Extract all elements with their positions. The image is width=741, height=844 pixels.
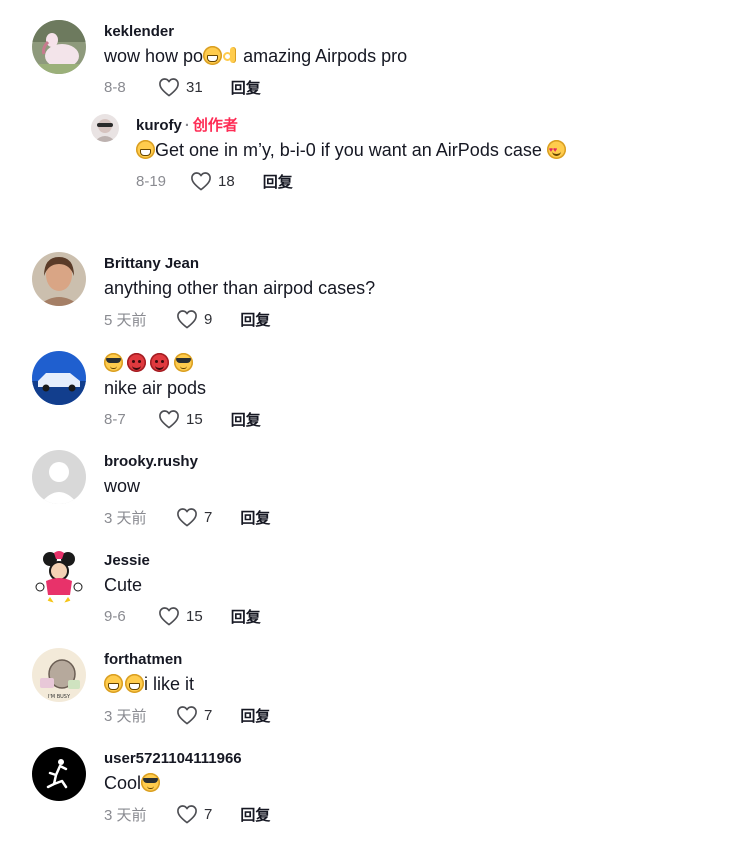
avatar[interactable] [32, 252, 86, 306]
comment-meta: 3 天前 7 回复 [104, 803, 270, 825]
comment-text-part: wow how po [104, 46, 204, 66]
sunglasses-emoji-icon [173, 353, 193, 372]
comment-text: wow how po amazing Airpods pro [104, 45, 407, 67]
reply-header: kurofy · 创作者 [136, 117, 566, 135]
like-count: 7 [204, 805, 213, 823]
reply-username[interactable]: kurofy [136, 117, 182, 134]
grinning-emoji-icon [104, 674, 123, 693]
heart-icon [158, 606, 180, 626]
grinning-emoji-icon [203, 46, 223, 65]
comment-text-part: amazing Airpods pro [243, 46, 408, 66]
sunglasses-emoji-icon [141, 773, 161, 792]
avatar[interactable]: I'M BUSY [32, 648, 86, 702]
comment-text-part: Cool [104, 773, 142, 793]
creator-badge: 创作者 [192, 117, 238, 134]
comment-item: Jessie Cute 9-6 15 回复 [0, 549, 741, 629]
avatar[interactable] [32, 549, 86, 603]
like-count: 7 [204, 508, 213, 526]
reply-button[interactable]: 回复 [231, 606, 261, 627]
ok-hand-emoji-icon [222, 46, 238, 65]
heart-icon [176, 705, 198, 725]
comment-username[interactable]: keklender [104, 23, 407, 41]
devil-emoji-icon [150, 353, 170, 372]
heart-icon [176, 507, 198, 527]
like-count: 9 [204, 310, 213, 328]
avatar[interactable] [32, 351, 86, 405]
comment-date: 3 天前 [104, 509, 147, 527]
comment-item: I'M BUSY forthatmen i like it 3 天前 7 回复 [0, 648, 741, 728]
heart-icon [190, 171, 212, 191]
separator: · [184, 117, 190, 134]
comment-username[interactable]: Jessie [104, 552, 261, 570]
reply-meta: 8-19 18 回复 [136, 170, 566, 192]
like-count: 15 [186, 410, 203, 428]
sunglasses-emoji-icon [104, 353, 123, 372]
avatar[interactable] [32, 747, 86, 801]
reply-button[interactable]: 回复 [240, 804, 270, 825]
comment-username[interactable]: user5721104111966 [104, 750, 270, 768]
like-button[interactable]: 18 [190, 171, 235, 191]
avatar-caption: I'M BUSY [48, 694, 71, 700]
like-count: 18 [218, 172, 235, 190]
comment-text: anything other than airpod cases? [104, 278, 376, 298]
comment-item: keklender wow how po amazing Airpods pro… [0, 20, 741, 220]
heart-icon [176, 804, 198, 824]
heart-icon [176, 309, 198, 329]
comment-item: Brittany Jean anything other than airpod… [0, 252, 741, 332]
reply-button[interactable]: 回复 [240, 507, 270, 528]
like-button[interactable]: 31 [158, 77, 203, 97]
comment-username[interactable]: brooky.rushy [104, 453, 270, 471]
heart-icon [158, 77, 180, 97]
like-button[interactable]: 7 [176, 705, 212, 725]
grinning-emoji-icon [125, 674, 144, 693]
comment-item: user5721104111966 Cool 3 天前 7 回复 [0, 747, 741, 827]
comment-text-part: i like it [144, 674, 195, 694]
comment-meta: 5 天前 9 回复 [104, 308, 375, 330]
grinning-emoji-icon [136, 140, 155, 159]
like-count: 31 [186, 78, 203, 96]
avatar[interactable] [32, 20, 86, 74]
avatar[interactable] [91, 114, 119, 142]
comment-meta: 3 天前 7 回复 [104, 704, 270, 726]
devil-emoji-icon [127, 353, 147, 372]
comment-date: 9-6 [104, 607, 126, 625]
heart-icon [158, 409, 180, 429]
reply-text: Get one in m’y, b-i-0 if you want an Air… [136, 139, 566, 162]
comment-date: 8-8 [104, 78, 126, 96]
reply-button[interactable]: 回复 [231, 409, 261, 430]
comment-meta: 8-8 31 回复 [104, 76, 407, 98]
comment-username[interactable]: forthatmen [104, 651, 270, 669]
comment-item: nike air pods 8-7 15 回复 [0, 351, 741, 431]
reply-button[interactable]: 回复 [240, 705, 270, 726]
like-count: 15 [186, 607, 203, 625]
comment-text: nike air pods [104, 378, 207, 398]
comment-date: 3 天前 [104, 806, 147, 824]
comment-meta: 8-7 15 回复 [104, 408, 261, 430]
reply-text-part: Get one in m’y, b-i-0 if you want an Air… [155, 140, 542, 160]
avatar[interactable] [32, 450, 86, 504]
comment-meta: 3 天前 7 回复 [104, 506, 270, 528]
like-count: 7 [204, 706, 213, 724]
like-button[interactable]: 9 [176, 309, 212, 329]
comment-item: brooky.rushy wow 3 天前 7 回复 [0, 450, 741, 530]
comment-text: wow [104, 476, 141, 496]
comment-text: Cute [104, 575, 143, 595]
like-button[interactable]: 15 [158, 409, 203, 429]
like-button[interactable]: 7 [176, 507, 212, 527]
comment-meta: 9-6 15 回复 [104, 605, 261, 627]
comment-username[interactable]: Brittany Jean [104, 255, 375, 273]
reply-button[interactable]: 回复 [231, 77, 261, 98]
comment-date: 5 天前 [104, 311, 147, 329]
reply-date: 8-19 [136, 172, 167, 190]
comment-date: 8-7 [104, 410, 126, 428]
like-button[interactable]: 15 [158, 606, 203, 626]
comment-text: i like it [104, 673, 270, 695]
reply-button[interactable]: 回复 [240, 309, 270, 330]
reply-button[interactable]: 回复 [263, 171, 293, 192]
comment-date: 3 天前 [104, 707, 147, 725]
smiling-hearts-emoji-icon [546, 140, 566, 162]
emoji-username[interactable] [104, 353, 261, 373]
like-button[interactable]: 7 [176, 804, 212, 824]
comment-text: Cool [104, 772, 270, 794]
